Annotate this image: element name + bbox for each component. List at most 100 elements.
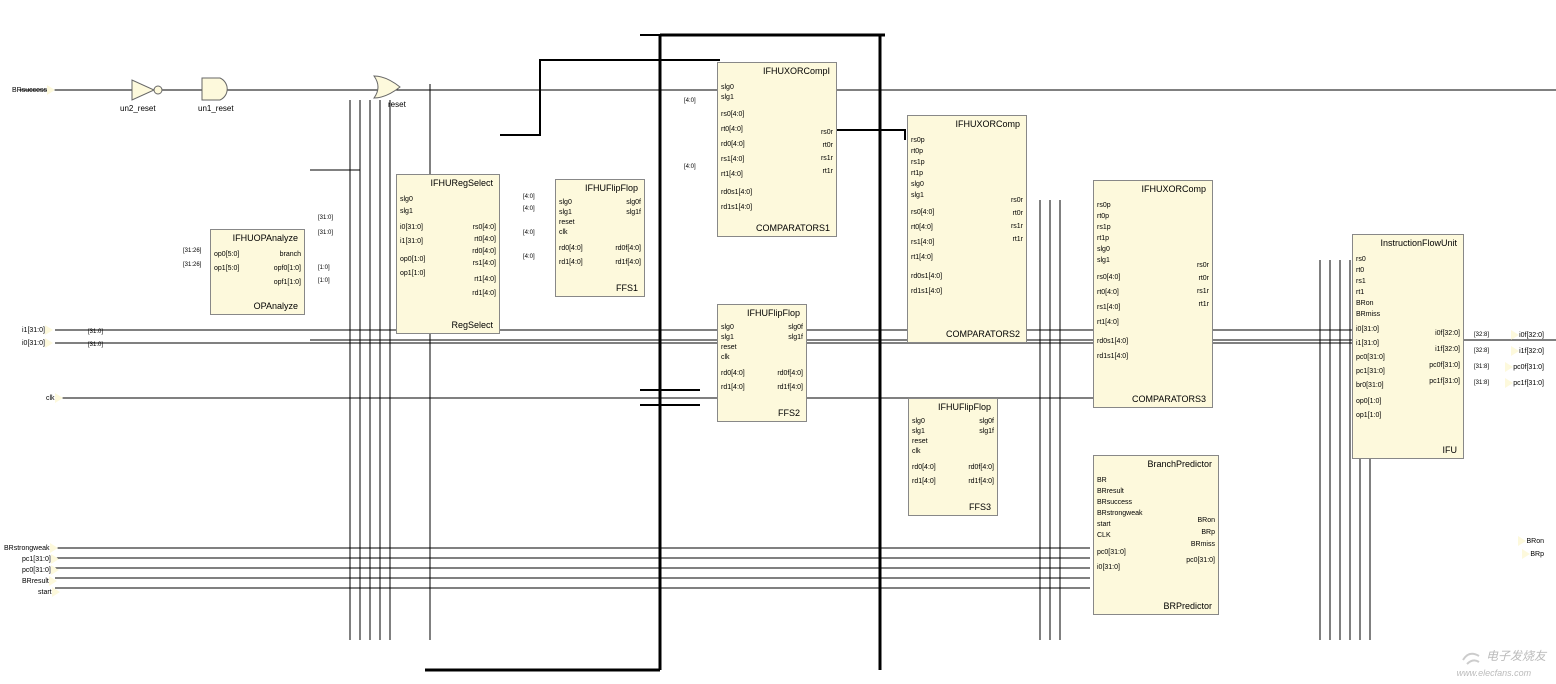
or-gate [370,72,420,102]
block-title: IFHUFlipFlop [747,308,800,318]
port: rd1f[4:0] [615,258,641,268]
block-title: IFHUOPAnalyze [233,233,298,243]
bus-lbl: [4:0] [684,98,696,104]
port: op0[1:0] [1356,397,1381,407]
pin-pc0: pc0[31:0] [22,565,59,575]
port: slg0 [912,417,925,427]
pin-pc1: pc1[31:0] [22,554,59,564]
port: BR [1097,476,1107,486]
port: slg1 [912,427,925,437]
bus-lbl: [31:0] [88,329,103,335]
block-comparators3: IFHUXORComp COMPARATORS3 rs0p rt0p rs1p … [1093,180,1213,408]
port: rs0[4:0] [911,208,934,218]
port: rd1[4:0] [912,477,936,487]
port: rd0f[4:0] [777,369,803,379]
bus-lbl: [32:8] [1474,348,1489,354]
pin-brstrongweak: BRstrongweak [4,543,58,553]
port: BRsuccess [1097,498,1132,508]
pin-i0f: i0f[32:0] [1511,330,1544,340]
port: rs0p [911,136,925,146]
block-title: IFHUXORComp [955,119,1020,129]
inverter-gate [128,76,168,104]
pin-i1f: i1f[32:0] [1511,346,1544,356]
port: slg0 [559,198,572,208]
and-label: un1_reset [198,104,234,113]
port: rd1s1[4:0] [1097,352,1128,362]
port: op1[5:0] [214,264,239,274]
block-opanalyze: IFHUOPAnalyze OPAnalyze op0[5:0] op1[5:0… [210,229,305,315]
port: slg0 [721,83,734,93]
pin-clk: clk [46,393,63,403]
port: clk [721,353,730,363]
port: rd0[4:0] [472,247,496,257]
port: pc0[31:0] [1186,556,1215,566]
port: rs1p [1097,223,1111,233]
block-ffs1: IFHUFlipFlop FFS1 slg0 slg1 reset clk rd… [555,179,645,297]
bus-lbl: [31:8] [1474,380,1489,386]
block-instance: FFS3 [969,502,991,512]
inv-label: un2_reset [120,104,156,113]
port: rd0s1[4:0] [1097,337,1128,347]
pin-pc0f: pc0f[31:0] [1505,362,1544,372]
port: rs1r [821,154,833,164]
bus-lbl: [31:8] [1474,364,1489,370]
port: op0[1:0] [400,255,425,265]
block-instance: IFU [1443,445,1458,455]
block-ffs3: IFHUFlipFlop FFS3 slg0 slg1 reset clk rd… [908,398,998,516]
port: reset [721,343,737,353]
port: slg0 [721,323,734,333]
and-gate [198,74,244,104]
port: pc0f[31:0] [1429,361,1460,371]
port: BRstrongweak [1097,509,1143,519]
port: rd0f[4:0] [615,244,641,254]
port: slg0 [1097,245,1110,255]
port: rs1[4:0] [911,238,934,248]
port: rd1f[4:0] [777,383,803,393]
pin-bron: BRon [1518,536,1544,546]
port: rt0r [823,141,834,151]
port: rd0s1[4:0] [911,272,942,282]
port: rd1s1[4:0] [911,287,942,297]
port: slg1f [979,427,994,437]
bus-lbl: [31:26] [183,262,201,268]
port: i0[31:0] [400,223,423,233]
bus-lbl: [4:0] [523,230,535,236]
block-ifu: InstructionFlowUnit IFU rs0 rt0 rs1 rt1 … [1352,234,1464,459]
port: clk [912,447,921,457]
port: reset [912,437,928,447]
pin-brresult: BRresult [22,576,57,586]
port: rt1[4:0] [1097,318,1119,328]
port: rt0[4:0] [721,125,743,135]
bus-lbl: [31:0] [318,230,333,236]
port: rs0 [1356,255,1366,265]
port: rd0s1[4:0] [721,188,752,198]
port: BRon [1197,516,1215,526]
port: clk [559,228,568,238]
port: rt0r [1199,274,1210,284]
block-comparators2: IFHUXORComp COMPARATORS2 rs0p rt0p rs1p … [907,115,1027,343]
block-instance: OPAnalyze [254,301,298,311]
port: rt0p [1097,212,1109,222]
port: rt0r [1013,209,1024,219]
port: slg1 [400,207,413,217]
port: pc0[31:0] [1356,353,1385,363]
port: rs1[4:0] [721,155,744,165]
port: CLK [1097,531,1111,541]
bus-lbl: [31:0] [88,342,103,348]
port: rd1f[4:0] [968,477,994,487]
port: i1f[32:0] [1435,345,1460,355]
port: rt1 [1356,288,1364,298]
port: BRresult [1097,487,1124,497]
port: i1[31:0] [400,237,423,247]
port: rt0[4:0] [911,223,933,233]
port: rt1p [1097,234,1109,244]
port: rd1s1[4:0] [721,203,752,213]
port: BRon [1356,299,1374,309]
block-regselect: IFHURegSelect RegSelect slg0 slg1 i0[31:… [396,174,500,334]
or-label: reset [388,100,406,109]
pin-brp: BRp [1522,549,1544,559]
port: rs0p [1097,201,1111,211]
port: rd0[4:0] [912,463,936,473]
block-title: IFHUXORComp [1141,184,1206,194]
port: slg1 [1097,256,1110,266]
